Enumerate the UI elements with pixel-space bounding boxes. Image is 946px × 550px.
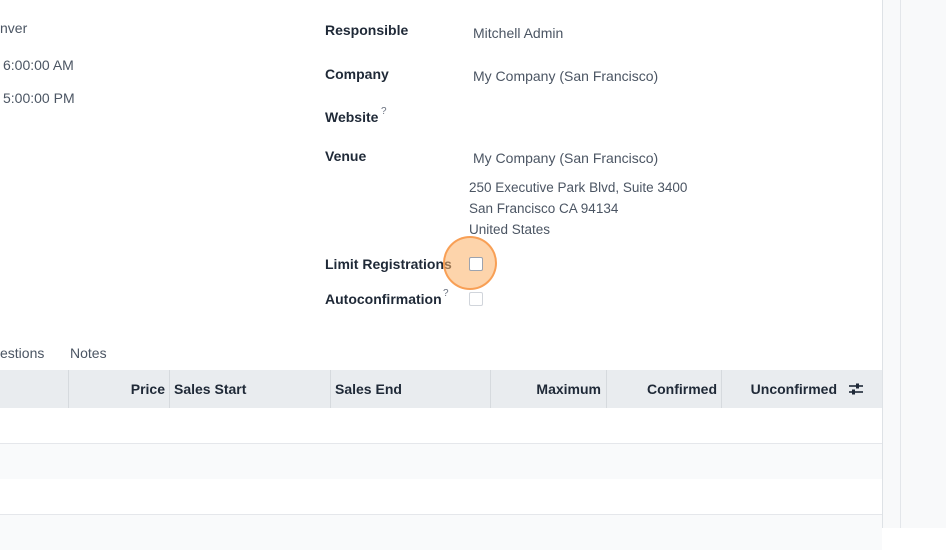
table-row	[0, 408, 882, 444]
form-background	[883, 0, 946, 528]
venue-field[interactable]: My Company (San Francisco)	[473, 150, 658, 166]
company-label: Company	[325, 66, 389, 82]
column-maximum[interactable]: Maximum	[490, 370, 601, 408]
company-field[interactable]: My Company (San Francisco)	[473, 68, 658, 84]
limit-registrations-checkbox[interactable]	[469, 257, 483, 271]
tab-notes[interactable]: Notes	[70, 345, 107, 361]
venue-address-line2: San Francisco CA 94134	[469, 201, 619, 216]
table-row	[0, 479, 882, 515]
column-sales-start[interactable]: Sales Start	[174, 370, 246, 408]
autoconfirmation-label: Autoconfirmation	[325, 291, 442, 307]
column-confirmed[interactable]: Confirmed	[606, 370, 717, 408]
column-divider	[169, 370, 170, 408]
column-unconfirmed[interactable]: Unconfirmed	[721, 370, 837, 408]
chatter-divider	[900, 0, 901, 528]
venue-address-line3: United States	[469, 222, 551, 237]
column-price[interactable]: Price	[68, 370, 165, 408]
end-time-value[interactable]: 5:00:00 PM	[3, 90, 75, 106]
column-divider	[330, 370, 331, 408]
start-time-value[interactable]: 6:00:00 AM	[3, 57, 74, 73]
autoconfirmation-help-icon[interactable]: ?	[443, 288, 449, 299]
venue-label: Venue	[325, 148, 367, 164]
table-row	[0, 515, 882, 550]
sliders-icon[interactable]	[848, 381, 864, 397]
limit-registrations-label: Limit Registrations	[325, 256, 452, 272]
website-label: Website	[325, 109, 379, 125]
form-sheet: nver 6:00:00 AM 5:00:00 PM Responsible M…	[0, 0, 882, 550]
website-help-icon[interactable]: ?	[381, 106, 387, 117]
responsible-field[interactable]: Mitchell Admin	[473, 25, 563, 41]
tab-questions[interactable]: estions	[0, 345, 44, 361]
table-row	[0, 444, 882, 480]
tickets-table-header: Price Sales Start Sales End Maximum Conf…	[0, 370, 882, 409]
autoconfirmation-checkbox[interactable]	[469, 292, 483, 306]
responsible-label: Responsible	[325, 22, 409, 38]
venue-address-line1: 250 Executive Park Blvd, Suite 3400	[469, 180, 688, 195]
timezone-value[interactable]: nver	[0, 20, 27, 36]
column-sales-end[interactable]: Sales End	[335, 370, 402, 408]
